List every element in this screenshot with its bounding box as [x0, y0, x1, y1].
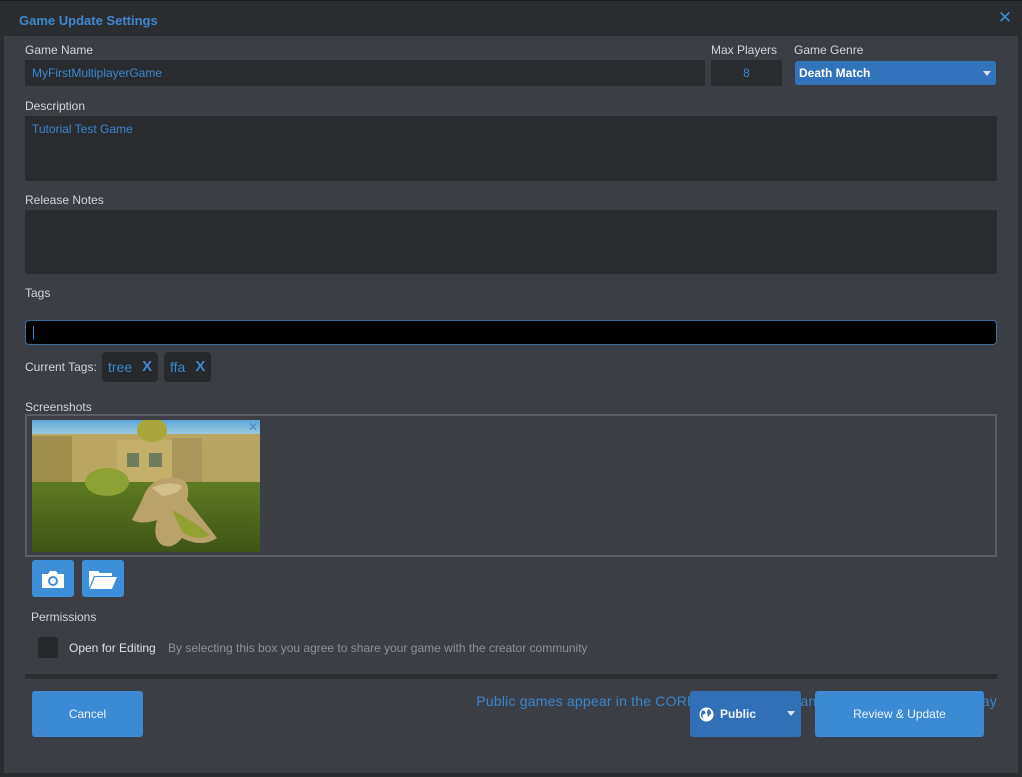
- text-cursor: [33, 326, 34, 339]
- remove-tag-icon[interactable]: X: [195, 352, 205, 382]
- screenshots-label: Screenshots: [25, 400, 92, 414]
- tags-input[interactable]: [25, 320, 997, 345]
- open-for-editing-label: Open for Editing: [69, 641, 156, 655]
- screenshots-gallery: ✕: [25, 414, 997, 557]
- remove-screenshot-icon[interactable]: ✕: [248, 420, 258, 434]
- open-for-editing-hint: By selecting this box you agree to share…: [168, 641, 588, 655]
- chevron-down-icon: [983, 71, 991, 76]
- game-update-settings-dialog: Game Update Settings ✕ Game Name MyFirst…: [0, 0, 1022, 777]
- take-screenshot-button[interactable]: [32, 560, 74, 597]
- title-bar: Game Update Settings ✕: [0, 1, 1022, 36]
- game-genre-value: Death Match: [799, 66, 871, 80]
- release-notes-input[interactable]: [25, 210, 997, 274]
- current-tags-label: Current Tags:: [25, 360, 97, 374]
- settings-panel: Game Name MyFirstMultiplayerGame Max Pla…: [4, 36, 1018, 773]
- close-icon[interactable]: ✕: [997, 9, 1013, 26]
- visibility-value: Public: [720, 707, 757, 721]
- game-genre-label: Game Genre: [794, 43, 864, 57]
- max-players-input[interactable]: 8: [711, 60, 782, 86]
- divider: [25, 674, 997, 679]
- game-genre-dropdown[interactable]: Death Match: [795, 61, 996, 85]
- description-label: Description: [25, 99, 86, 113]
- open-for-editing-checkbox[interactable]: [38, 637, 58, 658]
- description-input[interactable]: Tutorial Test Game: [25, 116, 997, 181]
- globe-icon: [699, 706, 714, 722]
- tag-label: tree: [108, 359, 133, 375]
- release-notes-label: Release Notes: [25, 193, 104, 207]
- screenshot-thumbnail[interactable]: ✕: [32, 420, 260, 552]
- tags-label: Tags: [25, 286, 51, 300]
- game-name-label: Game Name: [25, 43, 94, 57]
- max-players-label: Max Players: [711, 43, 778, 57]
- screenshot-image: [32, 420, 260, 552]
- camera-icon: [42, 570, 64, 588]
- game-name-input[interactable]: MyFirstMultiplayerGame: [25, 60, 705, 86]
- tag-label: ffa: [170, 359, 186, 375]
- permissions-label: Permissions: [31, 610, 97, 624]
- tag-chip: ffa X: [164, 352, 212, 382]
- chevron-down-icon: [787, 711, 795, 716]
- visibility-dropdown[interactable]: Public: [690, 691, 801, 737]
- review-update-button[interactable]: Review & Update: [815, 691, 984, 737]
- remove-tag-icon[interactable]: X: [142, 352, 152, 382]
- dialog-title: Game Update Settings: [19, 13, 158, 28]
- tag-chip: tree X: [102, 352, 159, 382]
- browse-screenshot-button[interactable]: [82, 560, 124, 597]
- cancel-button[interactable]: Cancel: [32, 691, 143, 737]
- folder-icon: [89, 570, 117, 589]
